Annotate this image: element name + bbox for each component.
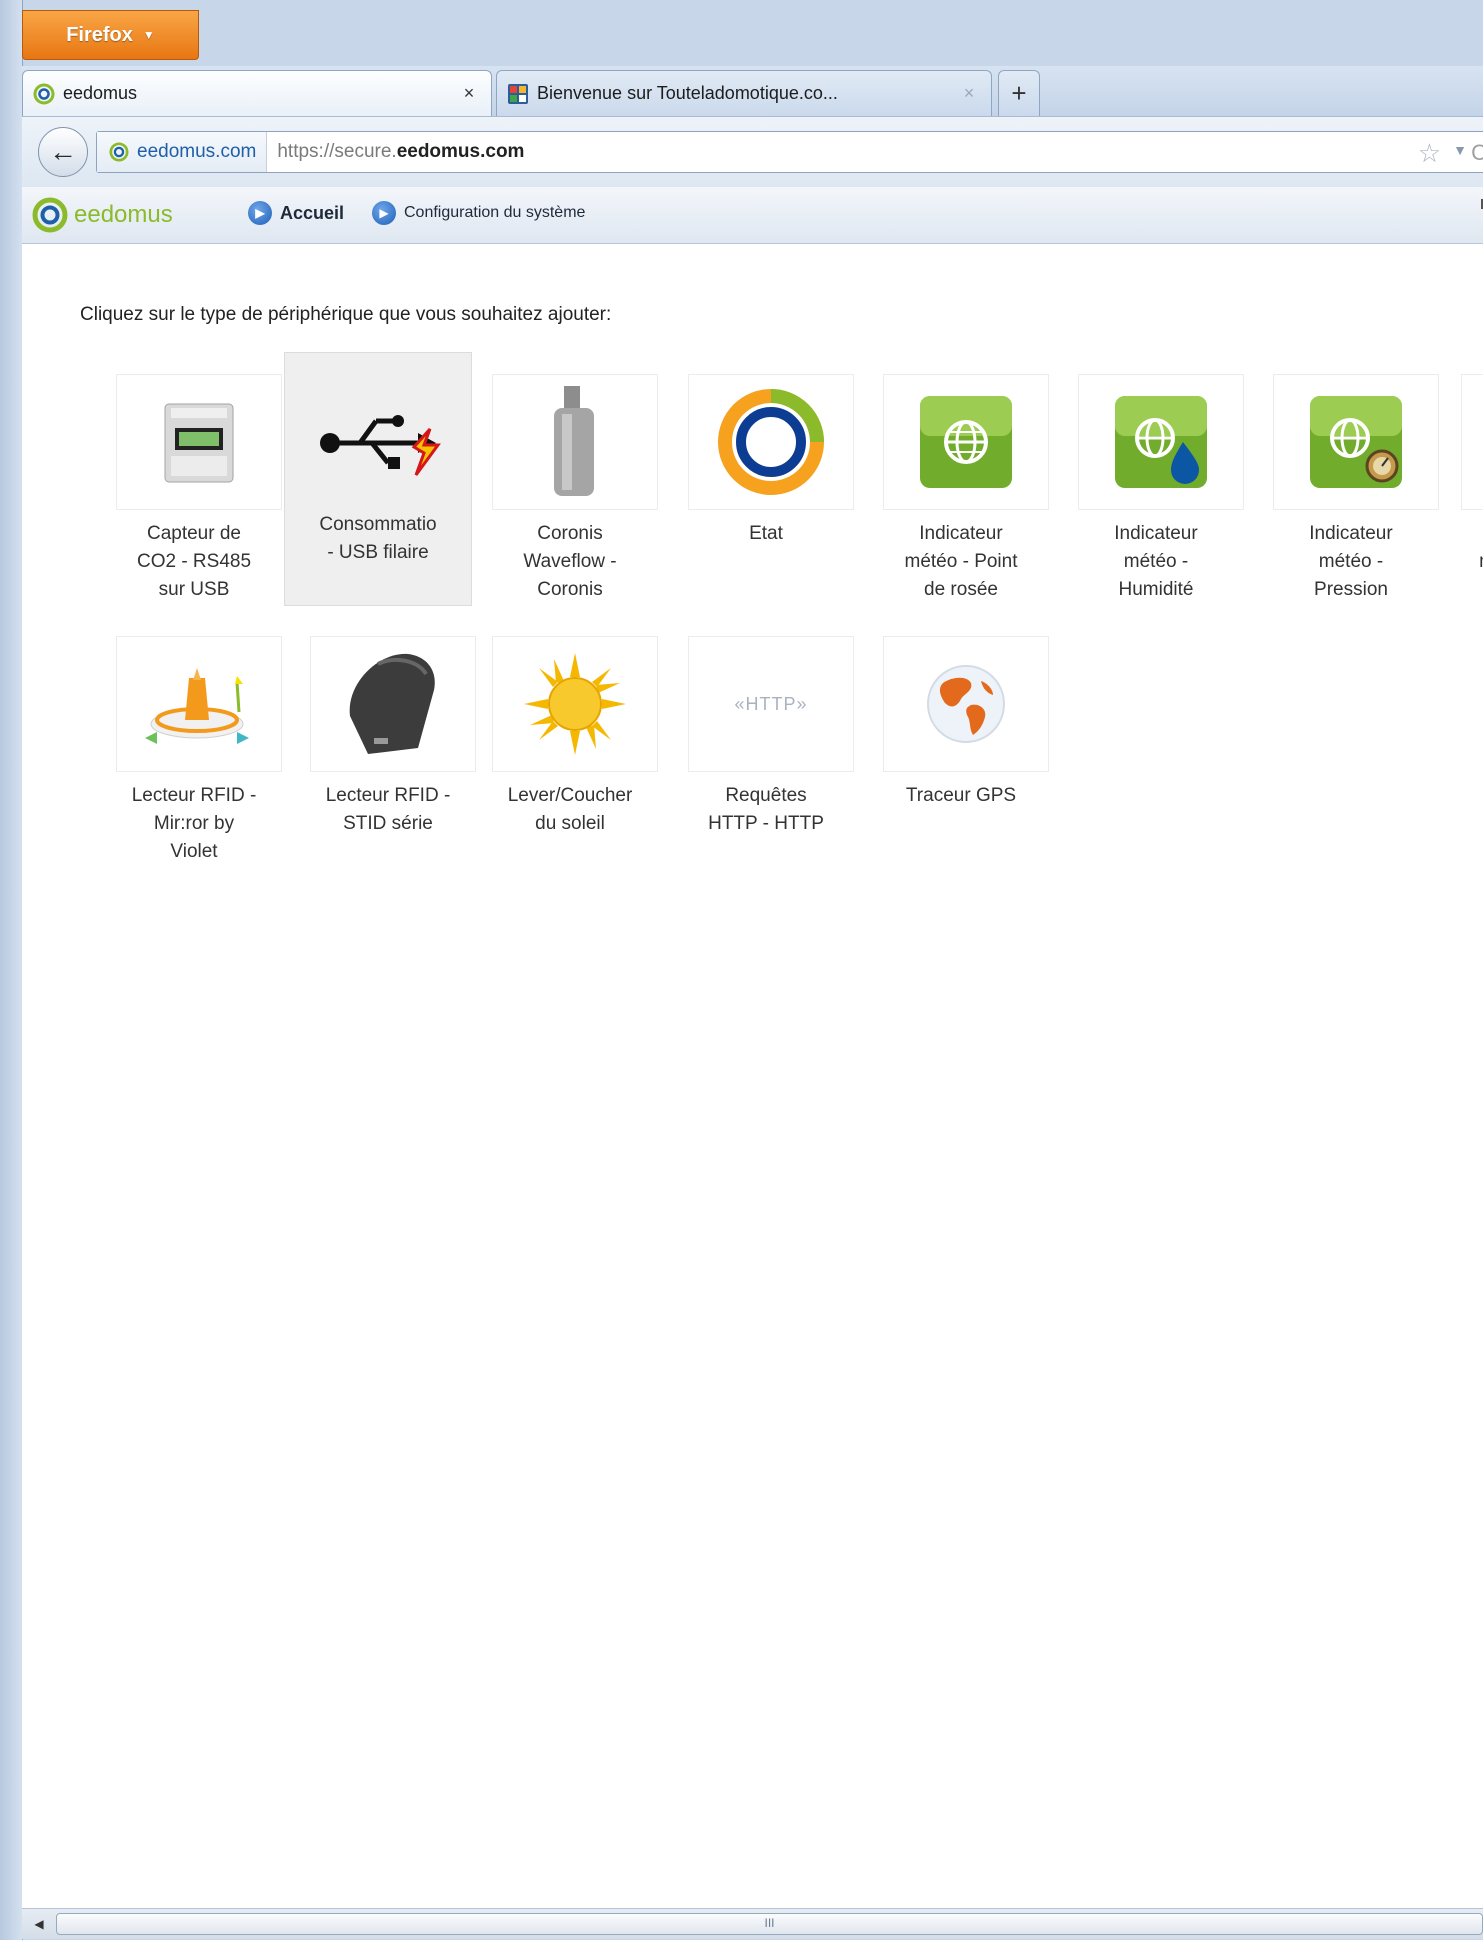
- device-option-gps-tracker[interactable]: Traceur GPS: [867, 624, 1055, 868]
- device-label: Traceur GPS: [905, 785, 1017, 806]
- http-icon: «HTTP»: [734, 693, 808, 714]
- eedomus-favicon-icon: [33, 83, 55, 104]
- window-frame-left: [0, 0, 23, 1940]
- mirror-rfid-icon: [145, 668, 249, 744]
- device-option-co2-sensor[interactable]: Capteur de CO2 - RS485 sur USB: [100, 362, 288, 606]
- device-label: Lecteur RFID - STID série: [325, 785, 451, 834]
- device-icon-box: [301, 375, 467, 511]
- tab-title: eedomus: [63, 83, 138, 103]
- firefox-menu-button[interactable]: Firefox ▼: [22, 10, 199, 60]
- horizontal-scrollbar[interactable]: ◀ III: [22, 1908, 1483, 1939]
- nav-link-configuration[interactable]: ▶ Configuration du système: [372, 201, 585, 225]
- tab-title: Bienvenue sur Touteladomotique.co...: [537, 83, 838, 103]
- reload-icon[interactable]: C: [1471, 140, 1483, 166]
- co2-sensor-icon: [164, 403, 234, 483]
- device-label: Coronis Waveflow - Coronis: [523, 523, 617, 600]
- tab-touteladomotique[interactable]: Bienvenue sur Touteladomotique.co... ×: [496, 70, 992, 116]
- close-icon[interactable]: ×: [459, 83, 479, 104]
- device-option-coronis-waveflow[interactable]: Coronis Waveflow - Coronis: [476, 362, 664, 606]
- device-icon-box: [1078, 374, 1244, 510]
- device-label: Etat: [749, 523, 783, 544]
- device-option-usb-consumption[interactable]: Consommatio - USB filaire: [284, 352, 472, 606]
- plus-icon: +: [1011, 78, 1027, 108]
- nav-link-accueil[interactable]: ▶ Accueil: [248, 201, 344, 225]
- device-label: Requêtes HTTP - HTTP: [708, 785, 824, 834]
- arrow-left-icon: ←: [49, 136, 77, 167]
- scrollbar-thumb[interactable]: III: [56, 1913, 1483, 1935]
- device-icon-box: «HTTP»: [688, 636, 854, 772]
- device-label: Consommatio - USB filaire: [319, 514, 437, 563]
- weather-globe-icon: [920, 396, 1012, 488]
- site-identity-button[interactable]: eedomus.com: [97, 132, 268, 172]
- device-option-dew-point[interactable]: Indicateur météo - Point de rosée: [867, 362, 1055, 606]
- device-label: Indicateur météo - Humidité: [1114, 523, 1198, 600]
- new-tab-button[interactable]: +: [998, 70, 1040, 116]
- scroll-left-arrow-icon[interactable]: ◀: [28, 1915, 50, 1933]
- chevron-down-icon: ▼: [142, 28, 155, 42]
- device-option-partial[interactable]: I m T: [1447, 362, 1483, 606]
- globe-gps-icon: [927, 665, 1005, 743]
- eedomus-logo-icon[interactable]: [32, 197, 68, 233]
- device-option-humidity[interactable]: Indicateur météo - Humidité: [1062, 362, 1250, 606]
- waveflow-module-icon: [554, 386, 594, 496]
- firefox-menu-label: Firefox: [66, 23, 133, 46]
- device-label: Lecteur RFID - Mir:ror by Violet: [131, 785, 257, 862]
- state-ring-icon: [718, 389, 824, 495]
- device-label: Indicateur météo - Point de rosée: [904, 523, 1018, 600]
- device-icon-box: [1461, 374, 1483, 510]
- device-label: Indicateur météo - Pression: [1309, 523, 1393, 600]
- url-prefix: https://secure.: [277, 141, 397, 162]
- browser-window: Firefox ▼ eedomus × Bienvenue sur Toutel…: [0, 0, 1483, 1940]
- url-text[interactable]: https://secure.eedomus.com: [277, 141, 524, 163]
- site-identity-label: eedomus.com: [137, 141, 257, 162]
- close-icon[interactable]: ×: [959, 83, 979, 104]
- device-icon-box: [883, 374, 1049, 510]
- scrollbar-grip: III: [764, 1916, 775, 1930]
- device-icon-box: [116, 636, 282, 772]
- device-icon-box: [492, 374, 658, 510]
- device-option-etat[interactable]: Etat: [672, 362, 860, 606]
- eedomus-header: eedomus ▶ Accueil ▶ Configuration du sys…: [22, 187, 1483, 244]
- instruction-text: Cliquez sur le type de périphérique que …: [80, 304, 612, 325]
- bookmark-star-icon[interactable]: ☆: [1418, 138, 1441, 169]
- device-option-sunrise-sunset[interactable]: Lever/Coucher du soleil: [476, 624, 664, 868]
- weather-humidity-icon: [1115, 396, 1207, 488]
- circle-arrow-icon: ▶: [372, 201, 396, 225]
- sun-icon: [524, 653, 626, 755]
- device-icon-box: [492, 636, 658, 772]
- device-icon-box: [310, 636, 476, 772]
- nav-link-label: Configuration du système: [404, 204, 586, 221]
- device-icon-box: [688, 374, 854, 510]
- stid-rfid-icon: [349, 653, 435, 754]
- url-domain: eedomus.com: [396, 141, 525, 162]
- navigation-toolbar: ← eedomus.com https://secure.eedomus.com…: [22, 116, 1483, 188]
- device-option-http-requests[interactable]: «HTTP» Requêtes HTTP - HTTP: [672, 624, 860, 868]
- eedomus-logo-text[interactable]: eedomus: [74, 201, 173, 229]
- device-icon-box: [883, 636, 1049, 772]
- device-label: Lever/Coucher du soleil: [507, 785, 633, 834]
- weather-pressure-icon: [1310, 396, 1402, 488]
- device-option-pressure[interactable]: Indicateur météo - Pression: [1257, 362, 1445, 606]
- device-label: Capteur de CO2 - RS485 sur USB: [136, 523, 252, 600]
- device-icon-box: [1273, 374, 1439, 510]
- nav-link-label: Accueil: [280, 202, 345, 223]
- tab-strip: eedomus × Bienvenue sur Touteladomotique…: [22, 66, 1483, 116]
- url-bar[interactable]: eedomus.com https://secure.eedomus.com ☆…: [96, 131, 1483, 173]
- url-dropdown-icon[interactable]: ▼: [1453, 142, 1467, 158]
- device-option-stid-rfid[interactable]: Lecteur RFID - STID série: [294, 624, 482, 868]
- usb-icon: [320, 415, 441, 476]
- device-option-mirror-rfid[interactable]: Lecteur RFID - Mir:ror by Violet: [100, 624, 288, 868]
- back-button[interactable]: ←: [38, 127, 88, 177]
- circle-arrow-icon: ▶: [248, 201, 272, 225]
- device-label: I m T: [1455, 520, 1483, 604]
- touteladomotique-favicon-icon: [508, 83, 528, 104]
- page-content: Cliquez sur le type de périphérique que …: [22, 244, 1483, 1934]
- eedomus-favicon-icon: [109, 142, 129, 162]
- device-icon-box: [116, 374, 282, 510]
- header-edge-marker: [1477, 199, 1483, 209]
- tab-eedomus[interactable]: eedomus ×: [22, 70, 492, 116]
